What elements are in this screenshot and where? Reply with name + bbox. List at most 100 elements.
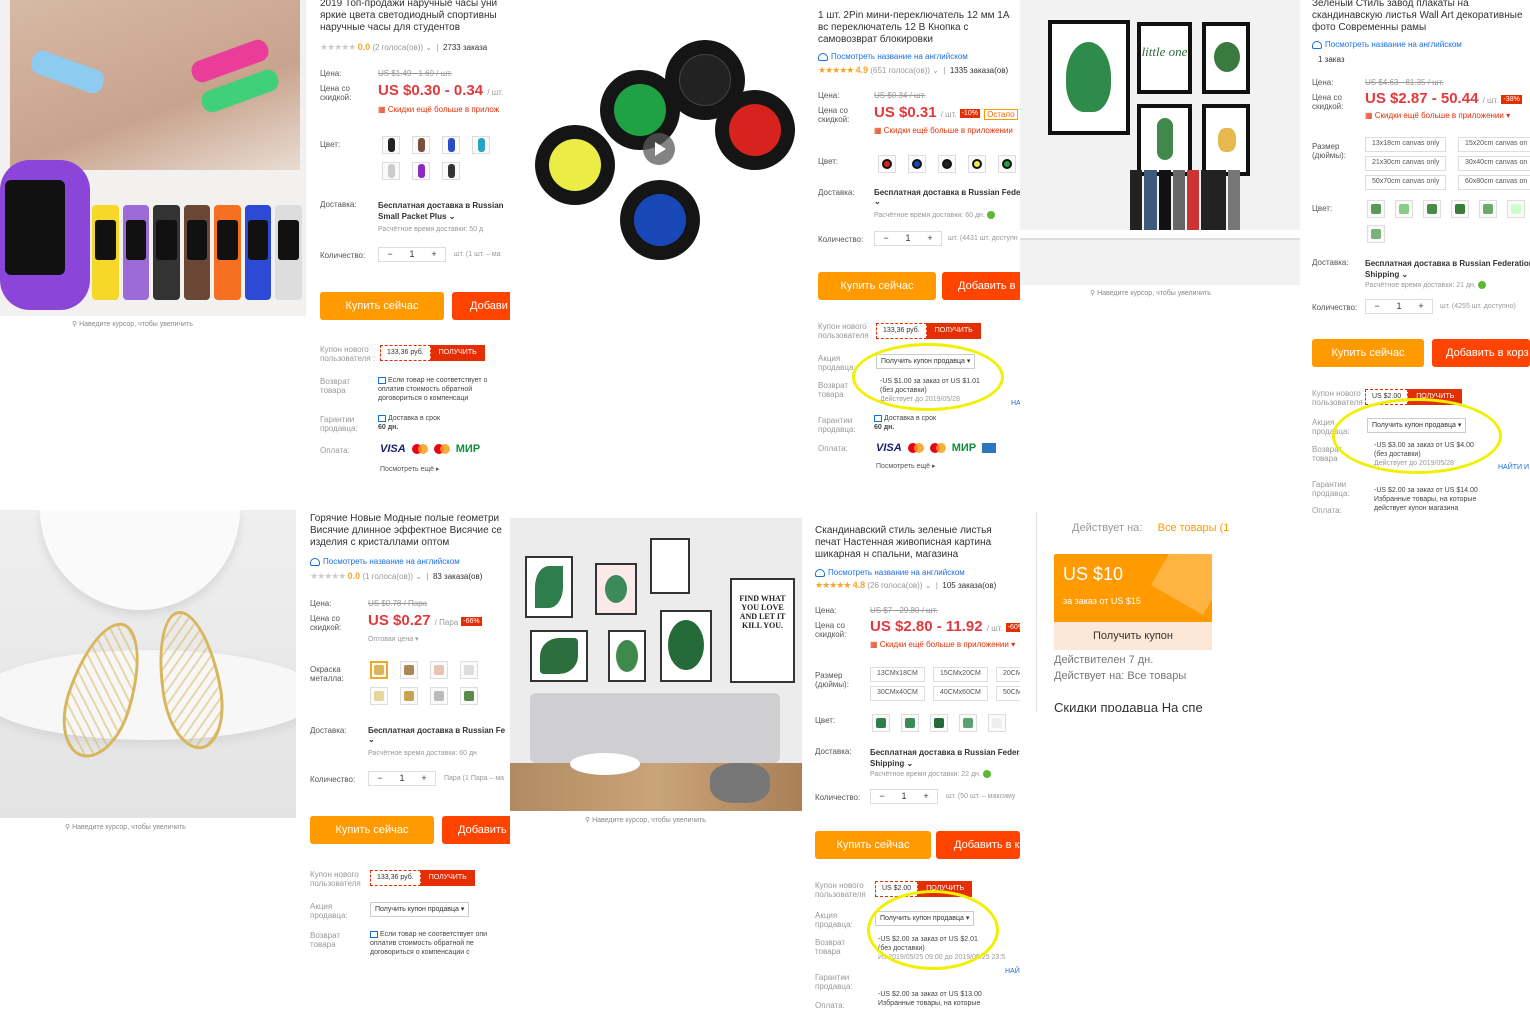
size-option[interactable]: 50x70cm canvas only xyxy=(1365,175,1447,190)
size-option[interactable]: 20CM xyxy=(996,667,1020,682)
color-swatch[interactable] xyxy=(968,155,986,173)
color-swatch[interactable] xyxy=(1367,225,1385,243)
product-image-leaf-posters[interactable]: FIND WHAT YOU LOVE AND LET IT KILL YOU. xyxy=(510,518,802,811)
color-swatch[interactable] xyxy=(938,155,956,173)
size-option[interactable]: 13x18cm canvas only xyxy=(1365,137,1447,152)
color-swatch[interactable] xyxy=(872,714,890,732)
color-swatch[interactable] xyxy=(878,155,896,173)
color-swatch[interactable] xyxy=(1423,200,1441,218)
coupon-get-button[interactable]: ПОЛУЧИТЬ xyxy=(430,345,485,361)
size-option[interactable]: 13CMx18CM xyxy=(870,667,925,682)
quantity-value[interactable]: 1 xyxy=(1388,300,1410,313)
color-swatch[interactable] xyxy=(472,136,490,154)
quantity-stepper[interactable]: −1 + xyxy=(378,247,446,262)
coupon-get-button[interactable]: ПОЛУЧИТЬ xyxy=(926,323,981,339)
size-option[interactable]: 15x20cm canvas on xyxy=(1458,137,1530,152)
size-option[interactable]: 40CMx60CM xyxy=(933,686,988,701)
rating-votes[interactable]: (2 голоса(ов)) xyxy=(372,43,423,52)
minus-icon[interactable]: − xyxy=(369,772,391,785)
color-swatch[interactable] xyxy=(442,136,460,154)
color-swatch[interactable] xyxy=(1367,200,1385,218)
color-swatch[interactable] xyxy=(1479,200,1497,218)
color-swatch[interactable] xyxy=(382,136,400,154)
color-swatch[interactable] xyxy=(1395,200,1413,218)
quantity-value[interactable]: 1 xyxy=(897,232,919,245)
see-more-link[interactable]: Посмотреть ещё ▸ xyxy=(876,462,936,470)
size-option[interactable]: 30x40cm canvas on xyxy=(1458,156,1530,171)
buy-now-button[interactable]: Купить сейчас xyxy=(310,816,434,844)
plus-icon[interactable]: + xyxy=(915,790,937,803)
quantity-stepper[interactable]: −1 + xyxy=(1365,299,1433,314)
add-to-cart-button[interactable]: Добавить xyxy=(442,816,510,844)
english-title-link[interactable]: Посмотреть название на английском xyxy=(818,52,968,61)
color-swatch[interactable] xyxy=(998,155,1016,173)
shipping-value[interactable]: Бесплатная доставка в Russian Small Packe… xyxy=(378,200,504,222)
buy-now-button[interactable]: Купить сейчас xyxy=(815,831,931,859)
quantity-stepper[interactable]: −1 + xyxy=(870,789,938,804)
coupon-get-button[interactable]: ПОЛУЧИТЬ xyxy=(420,870,475,886)
product-image-watches[interactable] xyxy=(0,0,306,316)
find-link[interactable]: НАЙТИ И xyxy=(1498,463,1529,472)
see-more-link[interactable]: Посмотреть ещё ▸ xyxy=(380,465,440,473)
add-to-cart-button[interactable]: Добави xyxy=(452,292,510,320)
size-option[interactable]: 30CMx40CM xyxy=(870,686,925,701)
minus-icon[interactable]: − xyxy=(1366,300,1388,313)
find-link[interactable]: НАЙ xyxy=(1005,967,1020,976)
coupon-card[interactable]: US $10 за заказ от US $15 Получить купон xyxy=(1054,554,1212,650)
add-to-cart-button[interactable]: Добавить в к xyxy=(936,831,1020,859)
add-to-cart-button[interactable]: Добавить в xyxy=(942,272,1020,300)
shipping-value[interactable]: Бесплатная доставка в Russian Feder ⌄ xyxy=(874,188,1020,206)
color-swatch[interactable] xyxy=(988,714,1006,732)
find-link[interactable]: НА xyxy=(1011,399,1020,408)
shipping-value[interactable]: Бесплатная доставка в Russian Fe ⌄ xyxy=(368,726,505,744)
minus-icon[interactable]: − xyxy=(875,232,897,245)
product-image-buttons[interactable] xyxy=(510,0,805,300)
color-swatch[interactable] xyxy=(1451,200,1469,218)
product-image-earrings[interactable] xyxy=(0,510,296,818)
rating-votes[interactable]: (651 голоса(ов)) xyxy=(870,66,930,75)
color-swatch[interactable] xyxy=(400,661,418,679)
app-discount-link[interactable]: ▦ Скидки ещё больше в прилож xyxy=(378,105,499,114)
color-swatch[interactable] xyxy=(430,687,448,705)
color-swatch[interactable] xyxy=(430,661,448,679)
english-title-link[interactable]: Посмотреть название на английском xyxy=(310,557,460,566)
color-swatch[interactable] xyxy=(412,162,430,180)
english-title-link[interactable]: Посмотреть название на английском xyxy=(1312,40,1462,49)
color-swatch[interactable] xyxy=(442,162,460,180)
color-swatch[interactable] xyxy=(412,136,430,154)
add-to-cart-button[interactable]: Добавить в корз xyxy=(1432,339,1530,367)
color-swatch[interactable] xyxy=(908,155,926,173)
minus-icon[interactable]: − xyxy=(379,248,401,261)
color-swatch[interactable] xyxy=(460,661,478,679)
rating-votes[interactable]: (26 голоса(ов)) xyxy=(867,581,922,590)
rating-votes[interactable]: (1 голоса(ов)) xyxy=(362,572,413,581)
shipping-value[interactable]: Бесплатная доставка в Russian Federation… xyxy=(1365,258,1530,280)
app-discount-link[interactable]: ▦ Скидки ещё больше в приложении ▾ xyxy=(870,640,1015,649)
quantity-stepper[interactable]: −1 + xyxy=(874,231,942,246)
size-option[interactable]: 15CMx20CM xyxy=(933,667,988,682)
color-swatch[interactable] xyxy=(1507,200,1525,218)
color-swatch[interactable] xyxy=(901,714,919,732)
plus-icon[interactable]: + xyxy=(919,232,941,245)
buy-now-button[interactable]: Купить сейчас xyxy=(320,292,444,320)
color-swatch[interactable] xyxy=(400,687,418,705)
quantity-value[interactable]: 1 xyxy=(391,772,413,785)
color-swatch[interactable] xyxy=(930,714,948,732)
seller-coupon-dropdown[interactable]: Получить купон продавца ▾ xyxy=(370,902,470,917)
app-discount-link[interactable]: ▦ Скидки ещё больше в приложении ▾ xyxy=(1365,111,1510,120)
color-swatch[interactable] xyxy=(959,714,977,732)
wholesale-link[interactable]: Оптовая цена ▾ xyxy=(368,635,419,643)
play-icon[interactable] xyxy=(643,133,675,165)
get-coupon-button[interactable]: Получить купон xyxy=(1054,622,1212,650)
color-swatch[interactable] xyxy=(460,687,478,705)
english-title-link[interactable]: Посмотреть название на английском xyxy=(815,568,965,577)
buy-now-button[interactable]: Купить сейчас xyxy=(818,272,936,300)
color-swatch[interactable] xyxy=(370,661,388,679)
color-swatch[interactable] xyxy=(382,162,400,180)
product-image-posters[interactable]: little one xyxy=(1020,0,1300,285)
app-discount-link[interactable]: ▦ Скидки ещё больше в приложении xyxy=(874,126,1013,135)
minus-icon[interactable]: − xyxy=(871,790,893,803)
plus-icon[interactable]: + xyxy=(423,248,445,261)
size-option[interactable]: 50CM xyxy=(996,686,1020,701)
plus-icon[interactable]: + xyxy=(1410,300,1432,313)
